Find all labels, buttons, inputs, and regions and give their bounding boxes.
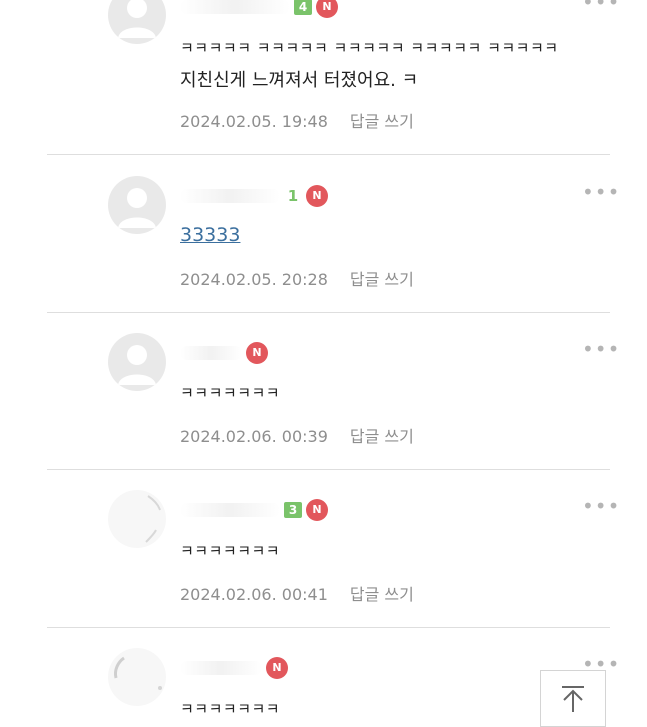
reply-button[interactable]: 답글 쓰기 (350, 427, 414, 446)
comment-author[interactable]: N (180, 657, 288, 679)
default-profile-icon (118, 0, 156, 38)
arrow-up-to-top-icon (562, 685, 584, 712)
new-badge: N (246, 342, 268, 364)
reply-button[interactable]: 답글 쓰기 (350, 585, 414, 604)
avatar[interactable] (108, 648, 166, 706)
author-name-redacted (180, 0, 290, 14)
new-badge: N (306, 499, 328, 521)
more-options-button[interactable]: ••• (582, 0, 619, 12)
comment-text-line1: ㅋㅋㅋㅋㅋ ㅋㅋㅋㅋㅋ ㅋㅋㅋㅋㅋ ㅋㅋㅋㅋㅋ ㅋㅋㅋㅋㅋ (180, 39, 559, 57)
more-options-button[interactable]: ••• (582, 182, 619, 202)
author-name-redacted (180, 189, 280, 203)
divider (47, 627, 610, 628)
divider (47, 312, 610, 313)
avatar[interactable] (108, 490, 166, 548)
new-badge: N (266, 657, 288, 679)
avatar[interactable] (108, 0, 166, 44)
new-badge: N (306, 185, 328, 207)
author-name-redacted (180, 661, 262, 675)
comment-date: 2024.02.05. 20:28 (180, 270, 328, 289)
avatar[interactable] (108, 333, 166, 391)
more-options-button[interactable]: ••• (582, 496, 619, 516)
comment-link-text[interactable]: 33333 (180, 224, 240, 246)
comment-text-line2: 지친신게 느껴져서 터졌어요. ㅋ (180, 70, 419, 91)
level-badge: 3 (284, 502, 302, 518)
profile-image-icon (145, 495, 161, 543)
comment-text: ㅋㅋㅋㅋㅋㅋㅋ (180, 700, 281, 718)
default-profile-icon (118, 345, 156, 385)
comment-meta: 2024.02.06. 00:39 답글 쓰기 (180, 423, 414, 447)
comment-author[interactable]: 4 N (180, 0, 338, 18)
comment-author[interactable]: N (180, 342, 268, 364)
scroll-to-top-button[interactable] (540, 670, 606, 727)
comment-date: 2024.02.06. 00:39 (180, 427, 328, 446)
new-badge: N (316, 0, 338, 18)
reply-button[interactable]: 답글 쓰기 (350, 112, 414, 131)
author-name-redacted (180, 346, 242, 360)
author-name-redacted (180, 503, 280, 517)
comment-date: 2024.02.05. 19:48 (180, 112, 328, 131)
avatar[interactable] (108, 176, 166, 234)
comment-meta: 2024.02.06. 00:41 답글 쓰기 (180, 581, 414, 605)
divider (47, 469, 610, 470)
comment-author[interactable]: 3 N (180, 499, 328, 521)
level-badge: 4 (294, 0, 312, 15)
divider (47, 154, 610, 155)
comment-text: ㅋㅋㅋㅋㅋㅋㅋ (180, 384, 281, 402)
default-profile-icon (118, 188, 156, 228)
reply-button[interactable]: 답글 쓰기 (350, 270, 414, 289)
comment-meta: 2024.02.05. 20:28 답글 쓰기 (180, 266, 414, 290)
comment-author[interactable]: 1 N (180, 185, 328, 207)
comment-text: ㅋㅋㅋㅋㅋㅋㅋ (180, 542, 281, 560)
comment-meta: 2024.02.05. 19:48 답글 쓰기 (180, 108, 414, 132)
level-badge: 1 (287, 187, 299, 205)
more-options-button[interactable]: ••• (582, 339, 619, 359)
comment-date: 2024.02.06. 00:41 (180, 585, 328, 604)
profile-image-icon (114, 656, 162, 690)
